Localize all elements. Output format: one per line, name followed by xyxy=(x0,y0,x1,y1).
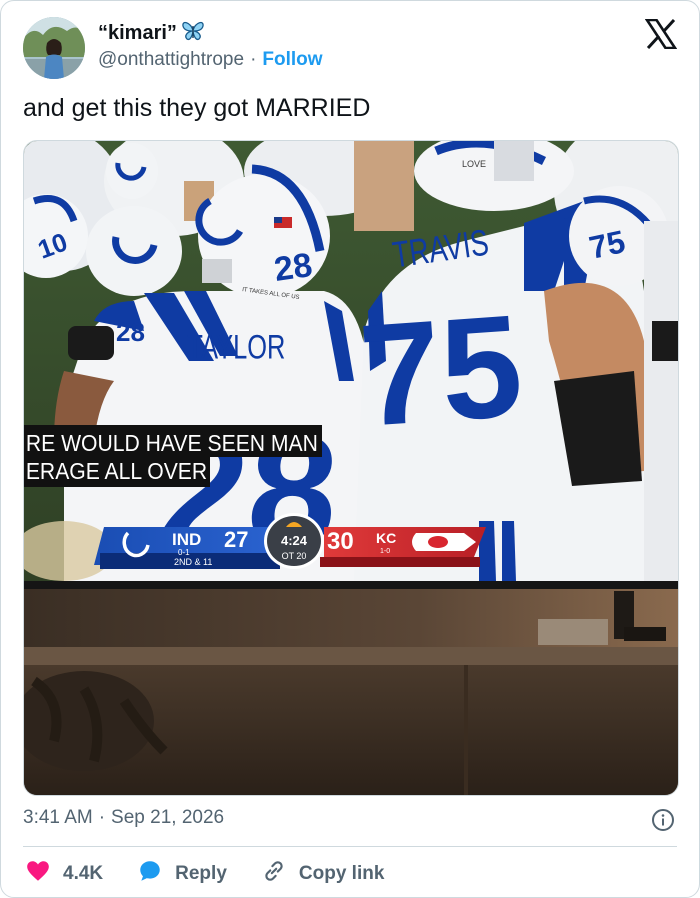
separator-dot: · xyxy=(250,49,257,70)
helmet-right-number: 75 xyxy=(586,223,628,266)
home-team: IND xyxy=(172,530,201,549)
butterfly-icon xyxy=(181,20,205,47)
tweet-time: 3:41 AM xyxy=(23,807,93,828)
like-button[interactable]: 4.4K xyxy=(25,858,103,890)
author-name-row: “kimari” xyxy=(98,20,205,47)
jersey-left-name: TAYLOR xyxy=(187,327,285,366)
helmet-left-number: 28 xyxy=(272,246,315,289)
heart-icon xyxy=(25,858,51,890)
copy-link-button[interactable]: Copy link xyxy=(261,858,385,890)
game-clock: 4:24 xyxy=(281,533,308,548)
tweet-card: “kimari” @onthattightrope · Follow and g… xyxy=(0,0,700,898)
home-score: 27 xyxy=(224,527,248,552)
down-distance: 2ND & 11 xyxy=(174,557,212,567)
closed-caption-line1: RE WOULD HAVE SEEN MAN xyxy=(26,430,318,456)
reply-label: Reply xyxy=(175,863,227,884)
tweet-text: and get this they got MARRIED xyxy=(23,94,371,122)
away-score: 30 xyxy=(327,528,354,555)
divider xyxy=(23,846,677,847)
follow-button[interactable]: Follow xyxy=(262,49,322,71)
tweet-media-photo[interactable]: 10 TAYLOR 28 28 28 IT TAKES ALL OF US TR… xyxy=(23,140,679,796)
copy-link-label: Copy link xyxy=(298,863,385,884)
tweet-timestamp[interactable]: 3:41 AM · Sep 21, 2026 xyxy=(23,807,224,829)
x-logo-icon[interactable] xyxy=(644,18,678,50)
tweet-date: Sep 21, 2026 xyxy=(111,807,225,828)
jersey-right-number: 75 xyxy=(355,284,527,457)
game-period: OT 20 xyxy=(282,551,307,561)
author-display-name[interactable]: “kimari” xyxy=(98,22,177,45)
home-record: 0-1 xyxy=(178,548,190,557)
closed-caption-line2: ERAGE ALL OVER xyxy=(26,458,207,484)
separator-dot: · xyxy=(98,807,106,828)
helmet-right-text: LOVE xyxy=(462,159,486,169)
like-count: 4.4K xyxy=(63,863,104,884)
author-handle[interactable]: @onthattightrope xyxy=(98,49,244,71)
info-icon[interactable] xyxy=(651,808,675,832)
tweet-actions: 4.4K Reply Copy link xyxy=(25,858,418,890)
reply-button[interactable]: Reply xyxy=(137,858,227,890)
jersey-left-shoulder-number: 28 xyxy=(116,317,145,347)
away-record: 1-0 xyxy=(380,548,390,555)
speech-bubble-icon xyxy=(137,858,163,890)
away-team: KC xyxy=(376,530,396,546)
author-handle-row: @onthattightrope · Follow xyxy=(98,49,323,71)
avatar[interactable] xyxy=(23,17,85,79)
link-icon xyxy=(261,858,287,890)
